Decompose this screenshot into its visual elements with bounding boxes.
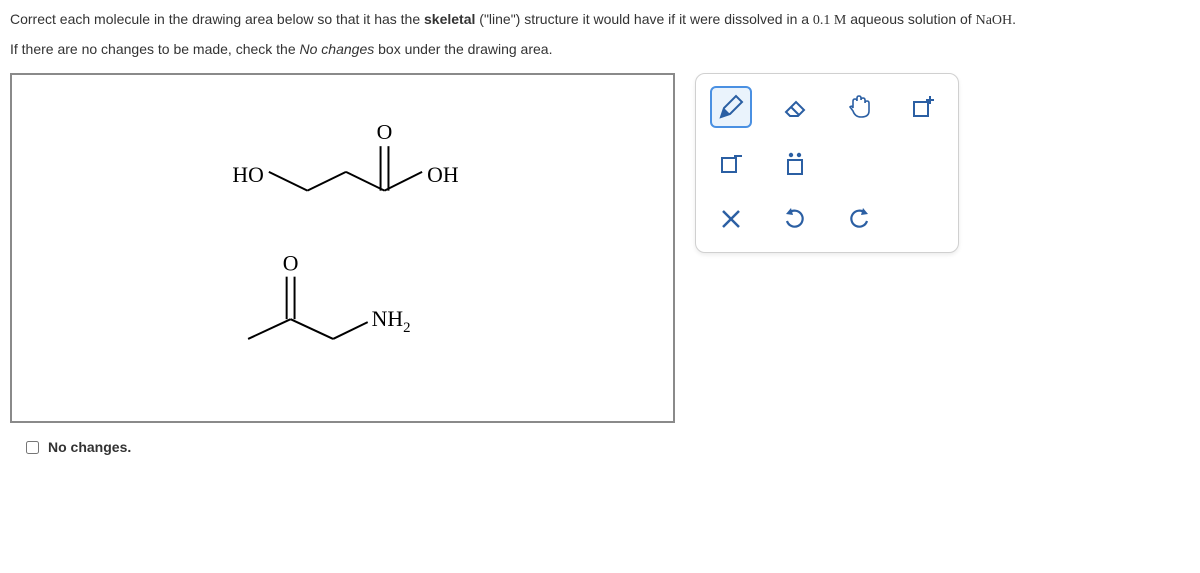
q-text-2a: If there are no changes to be made, chec… [10,41,300,57]
q-text-2b: No changes [300,41,375,57]
q-text-2c: box under the drawing area. [374,41,552,57]
clear-tool[interactable] [710,198,752,240]
eraser-tool[interactable] [774,86,816,128]
q-text-1b: skeletal [424,11,475,27]
q-text-1a: Correct each molecule in the drawing are… [10,11,424,27]
undo-icon [781,205,809,233]
molecule-canvas: HO O OH O NH2 [12,75,673,421]
label-nh2: NH2 [372,307,411,336]
q-text-1c: ("line") structure it would have if it w… [475,11,813,27]
toolbar [695,73,959,423]
q-text-1e: aqueous solution of [846,11,975,27]
plus-charge-tool[interactable] [902,86,944,128]
eraser-icon [780,92,810,122]
no-changes-row[interactable]: No changes. [22,438,131,457]
minus-charge-tool[interactable] [710,142,752,184]
q-text-1g: . [1012,11,1016,27]
label-ho: HO [232,163,263,187]
no-changes-label: No changes. [48,439,131,455]
pencil-icon [716,92,746,122]
label-oh: OH [427,163,459,187]
lone-pair-tool[interactable] [774,142,816,184]
question-line-1: Correct each molecule in the drawing are… [10,8,1190,32]
label-o2: O [283,252,299,276]
clear-icon [718,206,744,232]
lone-pair-icon [780,148,810,178]
undo-tool[interactable] [774,198,816,240]
minus-charge-icon [716,148,746,178]
label-o1: O [377,120,393,144]
hand-tool[interactable] [838,86,880,128]
redo-tool[interactable] [838,198,880,240]
question-line-2: If there are no changes to be made, chec… [10,38,1190,60]
no-changes-checkbox[interactable] [26,441,39,454]
pencil-tool[interactable] [710,86,752,128]
plus-charge-icon [908,92,938,122]
hand-icon [844,92,874,122]
tool-group [695,73,959,253]
drawing-area[interactable]: HO O OH O NH2 No changes. [10,73,675,423]
q-text-1f: NaOH [976,13,1013,28]
redo-icon [845,205,873,233]
q-text-1d: 0.1 M [813,13,846,28]
